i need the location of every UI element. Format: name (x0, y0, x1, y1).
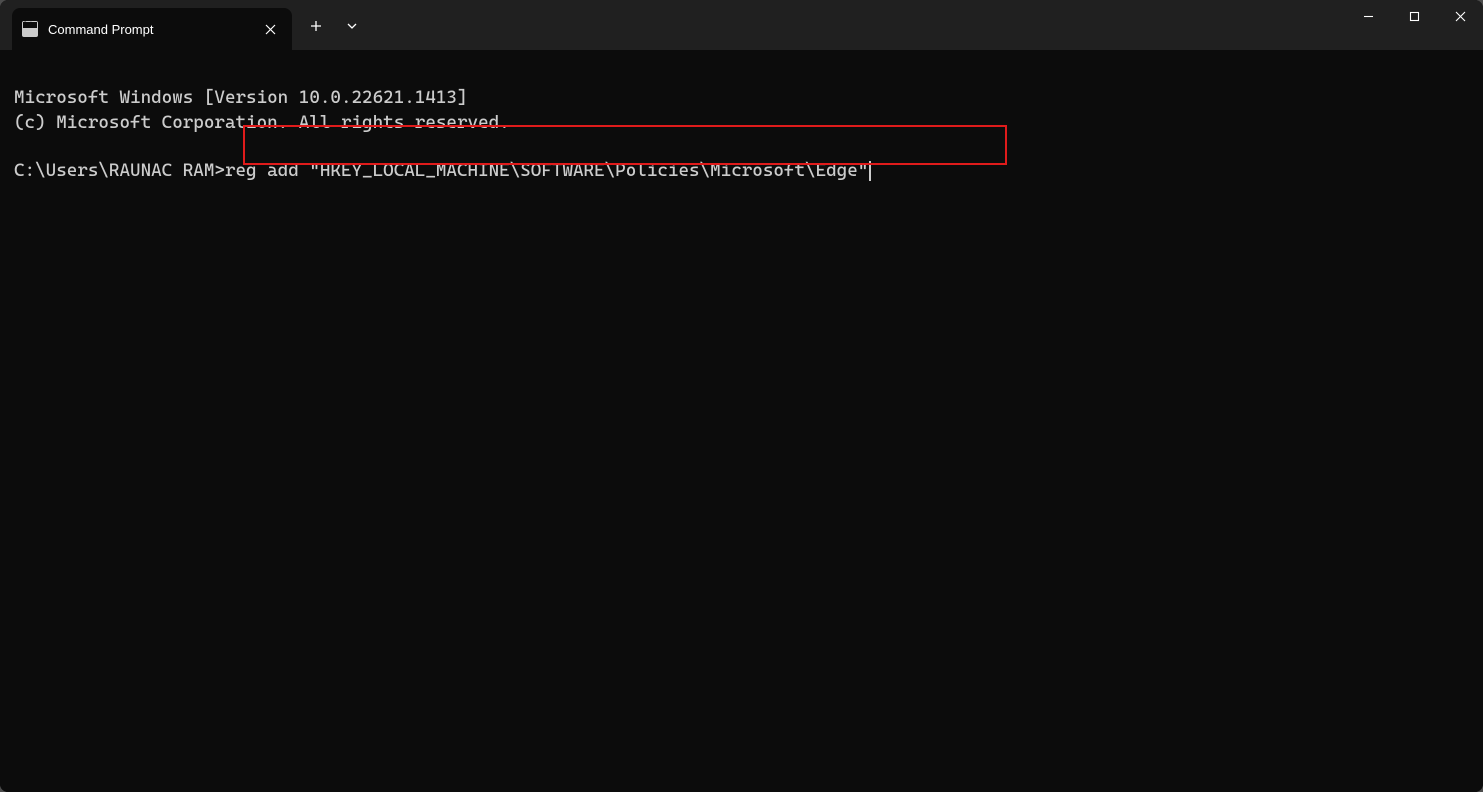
terminal-line: Microsoft Windows [Version 10.0.22621.14… (14, 87, 468, 108)
chevron-down-icon (346, 20, 358, 32)
text-cursor (869, 161, 871, 181)
tab-close-button[interactable] (260, 19, 280, 39)
terminal-body[interactable]: Microsoft Windows [Version 10.0.22621.14… (0, 50, 1483, 792)
plus-icon (310, 20, 322, 32)
close-icon (1455, 11, 1466, 22)
window-close-button[interactable] (1437, 0, 1483, 32)
new-tab-button[interactable] (298, 10, 334, 42)
terminal-command: reg add "HKEY_LOCAL_MACHINE\SOFTWARE\Pol… (225, 160, 868, 181)
terminal-prompt: C:\Users\RAUNAC RAM> (14, 160, 225, 181)
terminal-line: (c) Microsoft Corporation. All rights re… (14, 112, 510, 133)
cmd-icon (22, 21, 38, 37)
minimize-icon (1363, 11, 1374, 22)
titlebar[interactable]: Command Prompt (0, 0, 1483, 50)
tab-command-prompt[interactable]: Command Prompt (12, 8, 292, 50)
titlebar-actions (298, 10, 370, 42)
tab-dropdown-button[interactable] (334, 10, 370, 42)
maximize-button[interactable] (1391, 0, 1437, 32)
close-icon (265, 24, 276, 35)
maximize-icon (1409, 11, 1420, 22)
minimize-button[interactable] (1345, 0, 1391, 32)
tab-title: Command Prompt (48, 22, 153, 37)
terminal-window: Command Prompt Microsoft Win (0, 0, 1483, 792)
window-controls (1345, 0, 1483, 40)
